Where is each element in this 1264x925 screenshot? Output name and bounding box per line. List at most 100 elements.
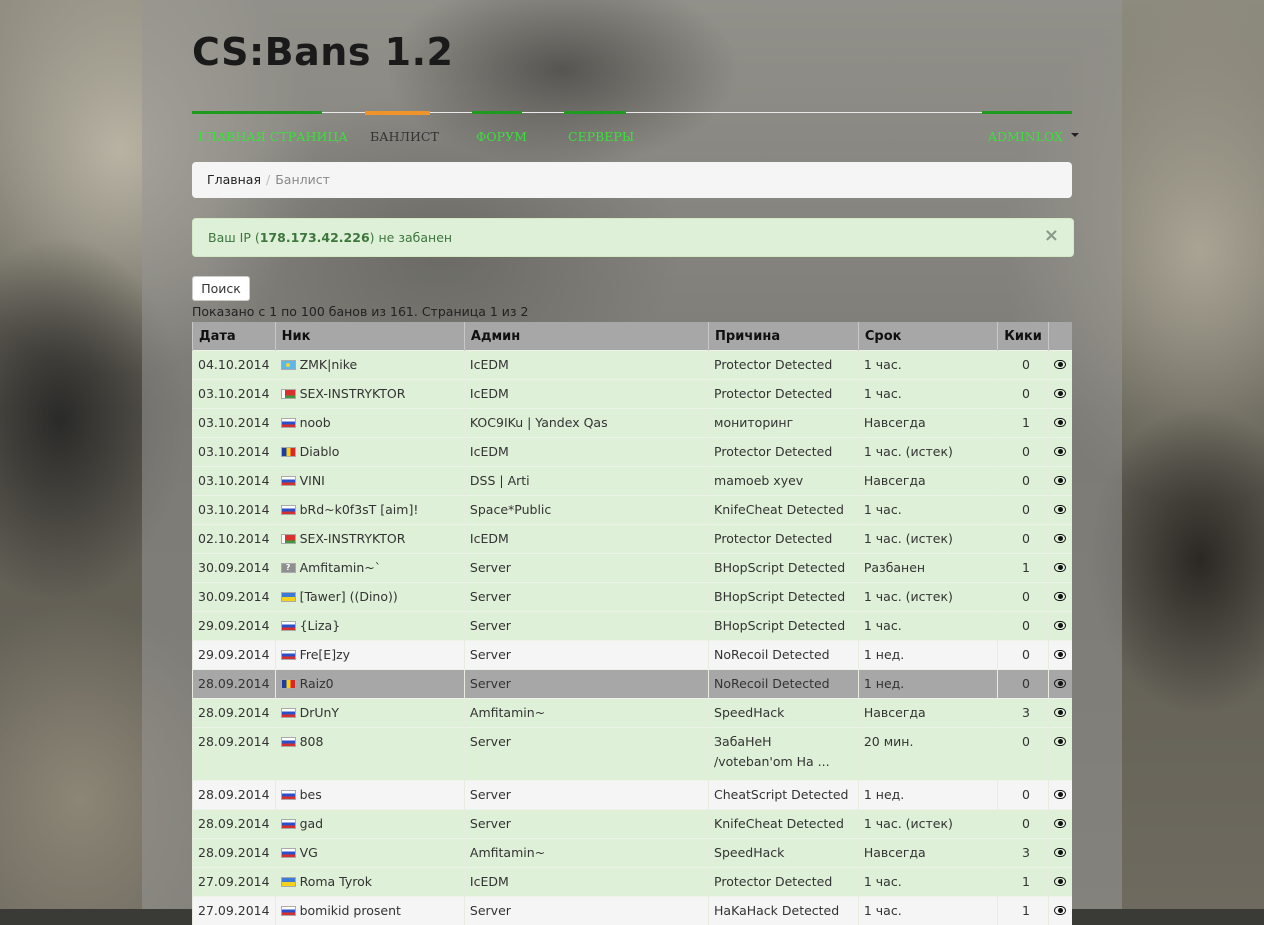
table-row[interactable]: 02.10.2014SEX-INSTRYKTORIcEDMProtector D… [193,525,1073,554]
ban-nick: [Tawer] ((Dino)) [300,589,398,604]
view-details-cell[interactable] [1048,467,1072,496]
country-flag-icon [281,790,296,800]
alert-prefix: Ваш IP ( [208,230,260,245]
eye-icon[interactable] [1054,563,1066,572]
ban-kicks: 1 [998,554,1049,583]
nav-item-banlist[interactable]: Банлист [365,113,430,153]
view-details-cell[interactable] [1048,868,1072,897]
ban-kicks: 0 [998,583,1049,612]
ban-date: 29.09.2014 [193,612,276,641]
eye-icon[interactable] [1054,505,1066,514]
table-row[interactable]: 29.09.2014{Liza}ServerBHopScript Detecte… [193,612,1073,641]
view-details-cell[interactable] [1048,641,1072,670]
table-row[interactable]: 03.10.2014bRd~k0f3sT [aim]!Space*PublicK… [193,496,1073,525]
nav-item-servers[interactable]: Серверы [564,113,626,153]
view-details-cell[interactable] [1048,496,1072,525]
ban-admin: IcEDM [464,380,708,409]
eye-icon[interactable] [1054,447,1066,456]
ban-nick: bRd~k0f3sT [aim]! [300,502,419,517]
eye-icon[interactable] [1054,650,1066,659]
view-details-cell[interactable] [1048,781,1072,810]
column-header-date[interactable]: Дата [193,322,276,351]
ban-date: 03.10.2014 [193,380,276,409]
eye-icon[interactable] [1054,848,1066,857]
table-row[interactable]: 04.10.2014ZMK|nikeIcEDMProtector Detecte… [193,351,1073,380]
column-header-kicks[interactable]: Кики [998,322,1049,351]
nav-item-bar [365,111,430,115]
eye-icon[interactable] [1054,877,1066,886]
nav-item-forum[interactable]: Форум [472,113,522,153]
table-row[interactable]: 28.09.2014Raiz0ServerNoRecoil Detected1 … [193,670,1073,699]
nav-user-dropdown[interactable]: adminlox [982,113,1072,153]
table-row[interactable]: 28.09.2014gadServerKnifeCheat Detected1 … [193,810,1073,839]
ban-kicks: 0 [998,641,1049,670]
ban-term: Навсегда [858,839,997,868]
country-flag-icon [281,621,296,631]
ban-term: Навсегда [858,699,997,728]
table-row[interactable]: 30.09.2014[Tawer] ((Dino))ServerBHopScri… [193,583,1073,612]
ban-nick-cell: Fre[E]zy [275,641,464,670]
ban-term: 1 час. (истек) [858,810,997,839]
nav-item-bar [982,111,1072,114]
ban-admin: KOC9IKu | Yandex Qas [464,409,708,438]
eye-icon[interactable] [1054,476,1066,485]
view-details-cell[interactable] [1048,409,1072,438]
table-row[interactable]: 30.09.2014?Amfitamin~`ServerBHopScript D… [193,554,1073,583]
table-row[interactable]: 28.09.2014808ServerЗабаНеН /voteban'om Н… [193,728,1073,781]
nav-item-home[interactable]: Главная страница [192,113,322,153]
view-details-cell[interactable] [1048,438,1072,467]
eye-icon[interactable] [1054,819,1066,828]
view-details-cell[interactable] [1048,583,1072,612]
ban-nick: bes [300,787,322,802]
view-details-cell[interactable] [1048,351,1072,380]
table-row[interactable]: 29.09.2014Fre[E]zyServerNoRecoil Detecte… [193,641,1073,670]
ban-kicks: 1 [998,897,1049,925]
eye-icon[interactable] [1054,389,1066,398]
column-header-nick[interactable]: Ник [275,322,464,351]
table-row[interactable]: 03.10.2014VINIDSS | Artimamoeb xyevНавсе… [193,467,1073,496]
eye-icon[interactable] [1054,621,1066,630]
ban-reason: BHopScript Detected [709,554,859,583]
table-row[interactable]: 27.09.2014Roma TyrokIcEDMProtector Detec… [193,868,1073,897]
eye-icon[interactable] [1054,737,1066,746]
view-details-cell[interactable] [1048,670,1072,699]
breadcrumb-home-link[interactable]: Главная [207,172,261,187]
ban-admin: Amfitamin~ [464,839,708,868]
eye-icon[interactable] [1054,534,1066,543]
search-button[interactable]: Поиск [192,276,250,301]
ban-nick: VG [300,845,318,860]
column-header-term[interactable]: Срок [858,322,997,351]
view-details-cell[interactable] [1048,525,1072,554]
view-details-cell[interactable] [1048,380,1072,409]
table-row[interactable]: 03.10.2014DiabloIcEDMProtector Detected1… [193,438,1073,467]
eye-icon[interactable] [1054,906,1066,915]
table-row[interactable]: 03.10.2014noobKOC9IKu | Yandex Qasмонито… [193,409,1073,438]
nav-item-label: Серверы [564,129,634,144]
table-row[interactable]: 28.09.2014besServerCheatScript Detected1… [193,781,1073,810]
eye-icon[interactable] [1054,592,1066,601]
column-header-admin[interactable]: Админ [464,322,708,351]
view-details-cell[interactable] [1048,839,1072,868]
view-details-cell[interactable] [1048,810,1072,839]
table-row[interactable]: 27.09.2014bomikid prosentServerHaKaHack … [193,897,1073,925]
table-row[interactable]: 28.09.2014DrUnYAmfitamin~SpeedHackНавсег… [193,699,1073,728]
eye-icon[interactable] [1054,708,1066,717]
view-details-cell[interactable] [1048,612,1072,641]
ban-nick: Roma Tyrok [300,874,372,889]
eye-icon[interactable] [1054,679,1066,688]
close-icon[interactable]: × [1044,219,1059,253]
view-details-cell[interactable] [1048,699,1072,728]
ban-date: 28.09.2014 [193,670,276,699]
column-header-reason[interactable]: Причина [709,322,859,351]
table-row[interactable]: 28.09.2014VGAmfitamin~SpeedHackНавсегда3 [193,839,1073,868]
view-details-cell[interactable] [1048,728,1072,781]
eye-icon[interactable] [1054,790,1066,799]
site-brand[interactable]: CS:Bans 1.2 [192,30,453,74]
view-details-cell[interactable] [1048,897,1072,925]
table-row[interactable]: 03.10.2014SEX-INSTRYKTORIcEDMProtector D… [193,380,1073,409]
eye-icon[interactable] [1054,418,1066,427]
nav-item-label: Банлист [365,129,439,144]
ban-term: 1 нед. [858,781,997,810]
view-details-cell[interactable] [1048,554,1072,583]
eye-icon[interactable] [1054,360,1066,369]
